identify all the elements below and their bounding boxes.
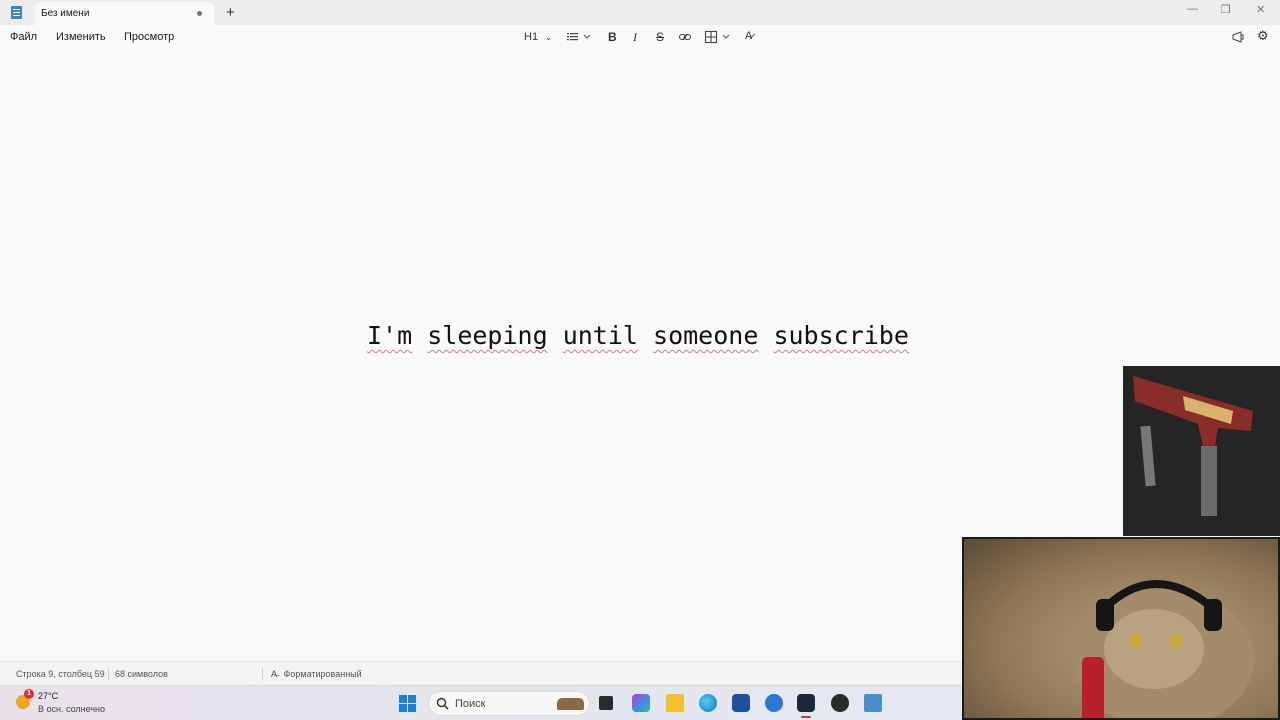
tab-title: Без имени	[41, 8, 90, 19]
search-icon	[436, 697, 449, 710]
heading-dropdown[interactable]: H1 ⌄	[524, 31, 552, 43]
weapon-overlay-image	[1123, 366, 1280, 536]
character-count: 68 символов	[115, 669, 168, 679]
title-bar: Без имени + — ❐ ✕	[0, 0, 1280, 25]
search-placeholder: Поиск	[455, 698, 486, 710]
bold-icon[interactable]: B	[608, 30, 617, 44]
notepad-taskbar-icon[interactable]	[864, 694, 882, 712]
weather-description[interactable]: В осн. солнечно	[38, 704, 105, 714]
windows-start-icon[interactable]	[399, 695, 416, 712]
document-heading[interactable]: I'm sleeping until someone subscribe	[367, 321, 909, 350]
folder-icon[interactable]	[666, 694, 684, 712]
copilot-icon[interactable]	[1231, 30, 1245, 44]
status-divider	[262, 668, 263, 680]
steam-icon[interactable]	[797, 694, 815, 712]
maximize-button[interactable]: ❐	[1221, 3, 1231, 16]
obs-icon[interactable]	[831, 694, 849, 712]
menu-edit[interactable]: Изменить	[56, 31, 106, 43]
gear-icon[interactable]: ⚙	[1257, 28, 1269, 44]
format-mode-button[interactable]: A̶ Форматированный	[271, 669, 362, 679]
table-dropdown[interactable]	[704, 30, 732, 44]
active-app-indicator	[801, 716, 811, 718]
microsoft-store-icon[interactable]	[732, 694, 750, 712]
menu-file[interactable]: Файл	[10, 31, 37, 43]
taskbar-search[interactable]: Поиск	[428, 691, 590, 716]
search-highlight-icon	[557, 698, 584, 710]
tab-untitled[interactable]: Без имени	[35, 2, 214, 25]
edge-icon[interactable]	[699, 694, 717, 712]
chevron-down-icon: ⌄	[545, 33, 552, 42]
weather-temperature[interactable]: 27°C	[38, 691, 58, 701]
store-icon[interactable]	[632, 694, 650, 712]
heading-word: until	[562, 321, 638, 350]
italic-icon[interactable]: I	[633, 30, 637, 45]
heading-word: subscribe	[773, 321, 909, 350]
format-icon: A̶	[271, 669, 278, 679]
menu-bar: Файл Изменить Просмотр H1 ⌄ B I S A̷ ⚙	[0, 25, 1280, 49]
weather-badge: 1	[24, 689, 34, 699]
strikethrough-icon[interactable]: S	[656, 30, 664, 44]
minimize-button[interactable]: —	[1187, 3, 1198, 15]
status-divider	[108, 668, 109, 680]
cursor-position: Строка 9, столбец 59	[16, 669, 105, 679]
heading-label: H1	[524, 31, 539, 43]
close-button[interactable]: ✕	[1256, 3, 1265, 16]
webcam-cat-image	[962, 537, 1280, 720]
format-mode-label: Форматированный	[283, 669, 362, 679]
link-icon[interactable]	[678, 30, 692, 44]
task-view-icon[interactable]	[599, 696, 613, 710]
unsaved-dot-icon[interactable]	[197, 11, 202, 16]
outlook-icon[interactable]	[765, 694, 783, 712]
heading-word: I'm	[367, 321, 413, 350]
table-icon	[704, 30, 730, 44]
heading-word: sleeping	[427, 321, 548, 350]
heading-word: someone	[653, 321, 759, 350]
new-tab-button[interactable]: +	[226, 4, 235, 21]
list-icon	[567, 33, 591, 41]
clear-formatting-icon[interactable]: A̷	[745, 30, 752, 42]
notepad-app-icon	[11, 6, 22, 19]
menu-view[interactable]: Просмотр	[124, 31, 174, 43]
list-dropdown[interactable]	[566, 30, 594, 44]
